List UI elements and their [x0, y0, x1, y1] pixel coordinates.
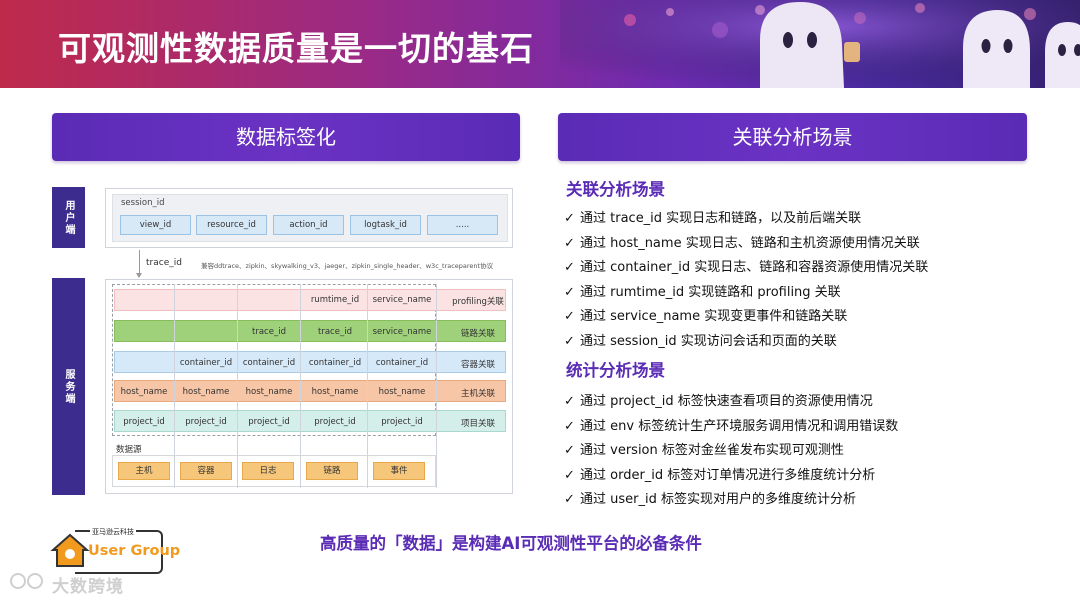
user-chip: action_id: [273, 215, 344, 235]
table-cell: host_name: [182, 387, 230, 397]
session-label: session_id: [121, 198, 165, 208]
check-icon: ✓: [564, 394, 575, 409]
table-cell: project_id: [381, 417, 423, 427]
check-icon: ✓: [564, 443, 575, 458]
table-cell: host_name: [120, 387, 168, 397]
trace-compat-note: 兼容ddtrace、zipkin、skywalking_v3、jaeger、zi…: [201, 262, 494, 270]
list-item: ✓ 通过 version 标签对金丝雀发布实现可观测性: [564, 443, 844, 458]
check-icon: ✓: [564, 260, 575, 275]
datasource-chip: 主机: [118, 462, 170, 480]
table-cell: trace_id: [252, 327, 286, 337]
datasource-chip: 链路: [306, 462, 358, 480]
watermark-icon: [10, 573, 43, 589]
logo-small-text: 亚马逊云科技: [90, 527, 136, 537]
datasource-chip: 容器: [180, 462, 232, 480]
trace-arrow-head-icon: [136, 273, 142, 278]
list-item: ✓ 通过 order_id 标签对订单情况进行多维度统计分析: [564, 468, 876, 483]
row-label: 项目关联: [460, 419, 495, 429]
watermark-text: 大数跨境: [52, 577, 124, 597]
check-icon: ✓: [564, 309, 575, 324]
table-cell: rumtime_id: [310, 295, 360, 305]
list-item: ✓ 通过 project_id 标签快速查看项目的资源使用情况: [564, 394, 873, 409]
list-item: ✓ 通过 rumtime_id 实现链路和 profiling 关联: [564, 285, 841, 300]
list-item: ✓ 通过 user_id 标签实现对用户的多维度统计分析: [564, 492, 856, 507]
section-title-statistics: 统计分析场景: [566, 361, 665, 380]
row-label: profiling关联: [452, 297, 504, 307]
check-icon: ✓: [564, 419, 575, 434]
check-icon: ✓: [564, 334, 575, 349]
table-cell: host_name: [311, 387, 359, 397]
table-cell: host_name: [245, 387, 293, 397]
table-cell: container_id: [179, 358, 233, 368]
user-chip: .....: [427, 215, 498, 235]
datasource-chip: 事件: [373, 462, 425, 480]
list-item: ✓ 通过 container_id 实现日志、链路和容器资源使用情况关联: [564, 260, 929, 275]
check-icon: ✓: [564, 285, 575, 300]
logo-user-group-text: User Group: [88, 543, 181, 559]
trace-label: trace_id: [146, 258, 182, 268]
user-chip: resource_id: [196, 215, 267, 235]
side-label-user: 用户端: [52, 187, 85, 248]
check-icon: ✓: [564, 492, 575, 507]
table-cell: container_id: [375, 358, 429, 368]
table-cell: service_name: [372, 327, 432, 337]
check-icon: ✓: [564, 236, 575, 251]
table-cell: trace_id: [318, 327, 352, 337]
row-label: 链路关联: [460, 329, 495, 339]
footer-note: 高质量的「数据」是构建AI可观测性平台的必备条件: [320, 534, 702, 553]
list-item: ✓ 通过 service_name 实现变更事件和链路关联: [564, 309, 848, 324]
check-icon: ✓: [564, 468, 575, 483]
header-band: 可观测性数据质量是一切的基石: [0, 0, 1080, 88]
ghost-decoration-icon: [560, 0, 1080, 88]
table-cell: host_name: [378, 387, 426, 397]
user-chip: logtask_id: [350, 215, 421, 235]
row-label: 主机关联: [460, 389, 495, 399]
table-cell: project_id: [248, 417, 290, 427]
check-icon: ✓: [564, 211, 575, 226]
user-chip: view_id: [120, 215, 191, 235]
list-item: ✓ 通过 host_name 实现日志、链路和主机资源使用情况关联: [564, 236, 920, 251]
table-cell: container_id: [308, 358, 362, 368]
column-divider: [436, 284, 437, 488]
table-cell: project_id: [123, 417, 165, 427]
section-title-correlation: 关联分析场景: [566, 180, 665, 199]
table-cell: project_id: [185, 417, 227, 427]
datasource-label: 数据源: [116, 445, 142, 455]
table-cell: service_name: [372, 295, 432, 305]
table-cell: container_id: [242, 358, 296, 368]
datasource-chip: 日志: [242, 462, 294, 480]
list-item: ✓ 通过 trace_id 实现日志和链路，以及前后端关联: [564, 211, 862, 226]
house-logo-icon: [50, 533, 90, 567]
row-label: 容器关联: [460, 360, 495, 370]
table-cell: project_id: [314, 417, 356, 427]
section-banner-correlation: 关联分析场景: [558, 113, 1027, 161]
side-label-service: 服务端: [52, 278, 85, 495]
section-banner-data-tagging: 数据标签化: [52, 113, 520, 161]
list-item: ✓ 通过 env 标签统计生产环境服务调用情况和调用错误数: [564, 419, 899, 434]
list-item: ✓ 通过 session_id 实现访问会话和页面的关联: [564, 334, 837, 349]
page-title: 可观测性数据质量是一切的基石: [58, 29, 534, 68]
